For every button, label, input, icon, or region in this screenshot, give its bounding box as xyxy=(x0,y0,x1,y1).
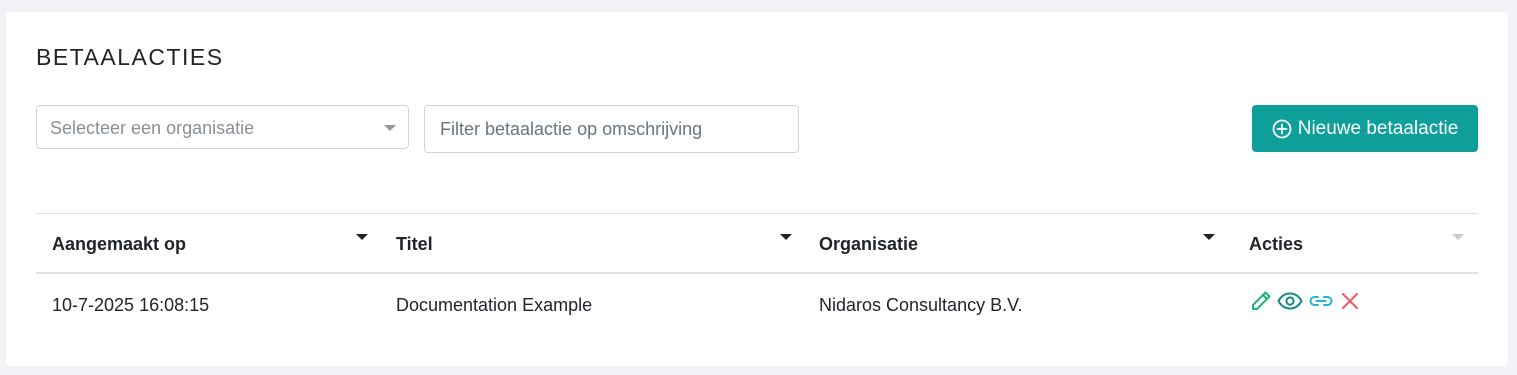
cell-title: Documentation Example xyxy=(396,295,593,315)
eye-icon xyxy=(1277,292,1303,310)
cell-created: 10-7-2025 16:08:15 xyxy=(52,295,210,315)
column-header-title[interactable]: Titel xyxy=(396,234,433,255)
edit-button[interactable] xyxy=(1249,289,1273,313)
table-row: 10-7-2025 16:08:15 Documentation Example… xyxy=(36,274,1478,336)
close-icon xyxy=(1341,292,1359,310)
filter-input[interactable] xyxy=(424,105,799,153)
delete-button[interactable] xyxy=(1339,289,1361,313)
sort-caret-icon[interactable] xyxy=(1203,234,1215,240)
column-header-organisation[interactable]: Organisatie xyxy=(819,234,918,255)
payment-actions-table: Aangemaakt op Titel Organisatie Acties 1… xyxy=(36,213,1478,336)
column-header-actions: Acties xyxy=(1249,234,1304,254)
cell-organisation: Nidaros Consultancy B.V. xyxy=(819,295,1023,315)
sort-caret-icon[interactable] xyxy=(780,234,792,240)
row-actions xyxy=(1249,289,1361,313)
new-payment-action-label: Nieuwe betaalactie xyxy=(1297,117,1459,139)
organisation-select[interactable]: Selecteer een organisatie xyxy=(36,105,409,149)
chevron-down-icon xyxy=(384,125,396,131)
view-button[interactable] xyxy=(1277,289,1303,313)
table-header: Aangemaakt op Titel Organisatie Acties xyxy=(36,213,1478,274)
copy-link-button[interactable] xyxy=(1307,289,1335,313)
new-payment-action-button[interactable]: Nieuwe betaalactie xyxy=(1252,105,1478,152)
plus-circle-icon xyxy=(1272,119,1292,138)
organisation-select-placeholder: Selecteer een organisatie xyxy=(50,118,255,138)
link-icon xyxy=(1309,296,1333,306)
column-header-created[interactable]: Aangemaakt op xyxy=(52,234,186,255)
payment-actions-card: BETAALACTIES Selecteer een organisatie N… xyxy=(6,12,1508,366)
sort-caret-icon[interactable] xyxy=(356,234,368,240)
pencil-icon xyxy=(1252,291,1271,310)
page-title: BETAALACTIES xyxy=(36,44,224,70)
sort-caret-icon[interactable] xyxy=(1452,234,1464,240)
